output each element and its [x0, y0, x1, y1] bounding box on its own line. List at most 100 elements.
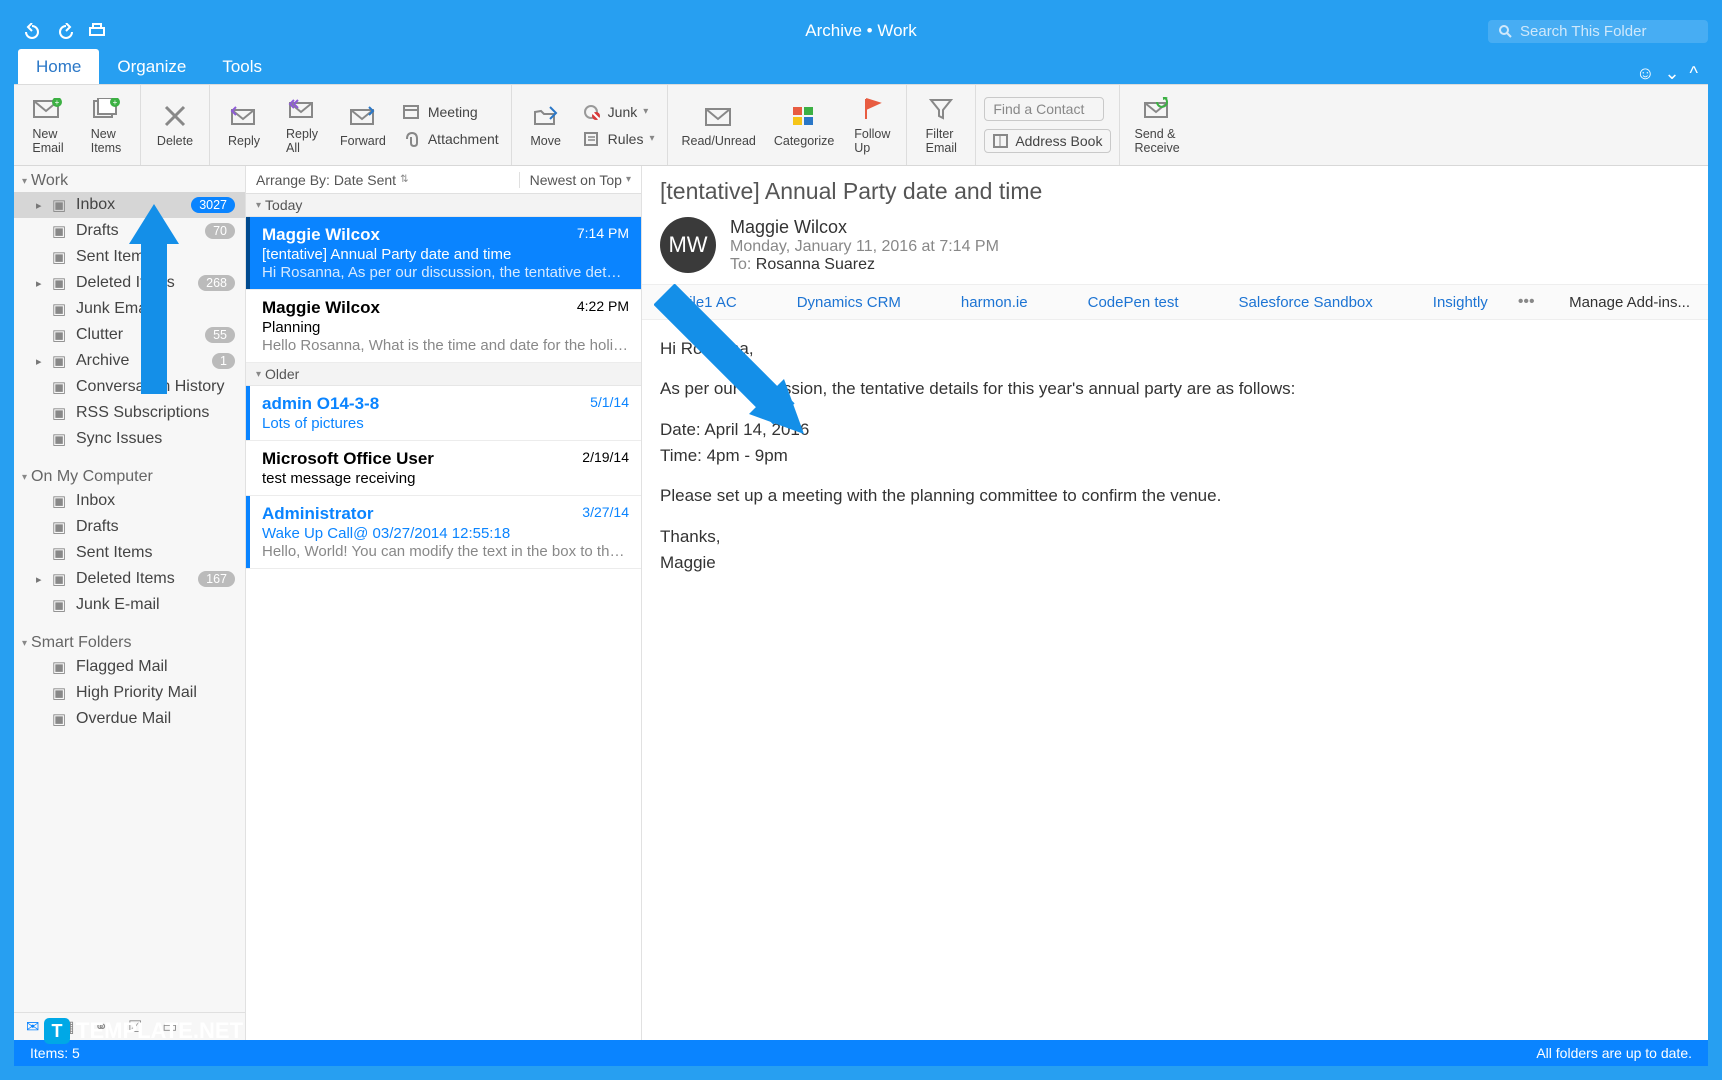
print-icon[interactable] [88, 23, 106, 39]
svg-text:+: + [113, 98, 118, 107]
sidebar-item-label: Junk Email [76, 300, 154, 318]
msg-time: 3/27/14 [582, 504, 629, 524]
forward-button[interactable]: Forward [334, 98, 392, 152]
count-badge: 3027 [191, 197, 235, 213]
addins-bar: Mobile1 AC Dynamics CRM harmon.ie CodePen t… [642, 285, 1708, 320]
sidebar-section[interactable]: ▾Work [14, 166, 245, 192]
move-button[interactable]: Move [520, 98, 572, 152]
find-contact-input[interactable]: Find a Contact [984, 97, 1104, 121]
sidebar-item[interactable]: ▸▣Archive1 [14, 348, 245, 374]
search-input[interactable] [1520, 23, 1698, 40]
addin-link[interactable]: Mobile1 AC [660, 294, 737, 311]
sidebar-item-label: Conversation History [76, 378, 225, 396]
sidebar-section[interactable]: ▾On My Computer [14, 462, 245, 488]
sidebar-item[interactable]: ▣Sent Items [14, 244, 245, 270]
new-email-button[interactable]: +New Email [22, 91, 74, 159]
folder-icon: ▣ [52, 684, 70, 702]
message-item[interactable]: Administrator3/27/14Wake Up Call@ 03/27/… [246, 496, 641, 569]
sidebar-item[interactable]: ▣Drafts70 [14, 218, 245, 244]
chevron-down-icon[interactable]: ⌄ [1664, 63, 1679, 84]
folder-icon: ▣ [52, 658, 70, 676]
meeting-button[interactable]: Meeting [398, 101, 503, 123]
tab-organize[interactable]: Organize [99, 49, 204, 84]
sidebar-item-label: Drafts [76, 222, 119, 240]
address-book-button[interactable]: Address Book [984, 129, 1111, 153]
reply-icon [229, 102, 259, 130]
collapse-ribbon-icon[interactable]: ^ [1690, 63, 1698, 84]
sidebar-item[interactable]: ▣Sent Items [14, 540, 245, 566]
tab-home[interactable]: Home [18, 49, 99, 84]
sidebar-item[interactable]: ▣High Priority Mail [14, 680, 245, 706]
sidebar-item[interactable]: ▣Junk E-mail [14, 592, 245, 618]
sender-name: Maggie Wilcox [730, 217, 999, 238]
group-header[interactable]: ▾ Older [246, 363, 641, 386]
sidebar-item[interactable]: ▣Sync Issues [14, 426, 245, 452]
undo-icon[interactable] [24, 23, 42, 39]
ribbon: +New Email +New Items Delete Reply Reply… [14, 84, 1708, 166]
message-item[interactable]: Maggie Wilcox7:14 PM[tentative] Annual P… [246, 217, 641, 290]
folder-icon: ▣ [52, 544, 70, 562]
addins-more[interactable]: ••• [1518, 293, 1535, 311]
follow-up-button[interactable]: Follow Up [846, 91, 898, 159]
folder-icon: ▣ [52, 300, 70, 318]
sidebar-item[interactable]: ▣Clutter55 [14, 322, 245, 348]
reply-button[interactable]: Reply [218, 98, 270, 152]
mail-view-icon[interactable]: ✉ [26, 1017, 39, 1036]
rules-icon [582, 130, 602, 148]
group-header[interactable]: ▾ Today [246, 194, 641, 217]
calendar-icon [402, 103, 422, 121]
msg-from: Maggie Wilcox [262, 225, 380, 245]
envelope-icon [704, 102, 734, 130]
sidebar-item[interactable]: ▣Conversation History [14, 374, 245, 400]
delete-button[interactable]: Delete [149, 98, 201, 152]
sync-icon [1142, 95, 1172, 123]
msg-preview: Hello Rosanna, What is the time and date… [262, 337, 629, 354]
sidebar-item-label: Junk E-mail [76, 596, 160, 614]
sidebar-item[interactable]: ▣Drafts [14, 514, 245, 540]
items-icon: + [91, 95, 121, 123]
sidebar-item[interactable]: ▸▣Inbox3027 [14, 192, 245, 218]
arrange-by[interactable]: Arrange By: Date Sent ⇅ [246, 172, 519, 188]
tab-tools[interactable]: Tools [204, 49, 280, 84]
sidebar-item[interactable]: ▣Inbox [14, 488, 245, 514]
new-items-button[interactable]: +New Items [80, 91, 132, 159]
ribbon-tabs: Home Organize Tools ☺ ⌄ ^ [14, 48, 1708, 84]
msg-preview: Hi Rosanna, As per our discussion, the t… [262, 264, 629, 281]
sidebar-item-label: Flagged Mail [76, 658, 168, 676]
read-unread-button[interactable]: Read/Unread [676, 98, 762, 152]
attachment-button[interactable]: Attachment [398, 128, 503, 150]
msg-from: Administrator [262, 504, 373, 524]
sidebar-item[interactable]: ▣ Flagged Mail [14, 654, 245, 680]
rules-button[interactable]: Rules▾ [578, 128, 659, 150]
mail-icon: + [33, 95, 63, 123]
reply-all-button[interactable]: Reply All [276, 91, 328, 159]
redo-icon[interactable] [56, 23, 74, 39]
sidebar-item[interactable]: ▣Overdue Mail [14, 706, 245, 732]
message-item[interactable]: Maggie Wilcox4:22 PMPlanningHello Rosann… [246, 290, 641, 363]
addin-link[interactable]: CodePen test [1088, 294, 1179, 311]
sort-order[interactable]: Newest on Top ▾ [519, 172, 641, 188]
folder-icon: ▣ [52, 326, 70, 344]
support-icon[interactable]: ☺ [1636, 63, 1654, 84]
sidebar-section[interactable]: ▾Smart Folders [14, 628, 245, 654]
addin-link[interactable]: Insightly [1433, 294, 1488, 311]
addin-link[interactable]: Dynamics CRM [797, 294, 901, 311]
folder-icon: ▣ [52, 430, 70, 448]
search-box[interactable] [1488, 20, 1708, 43]
folder-icon: ▣ [52, 492, 70, 510]
send-receive-button[interactable]: Send & Receive [1128, 91, 1185, 159]
addin-link[interactable]: Salesforce Sandbox [1239, 294, 1373, 311]
manage-addins[interactable]: Manage Add-ins... [1569, 294, 1690, 311]
sidebar-item[interactable]: ▣ Junk Email [14, 296, 245, 322]
addin-link[interactable]: harmon.ie [961, 294, 1028, 311]
email-to: To: Rosanna Suarez [730, 256, 999, 274]
sidebar-item[interactable]: ▸▣Deleted Items268 [14, 270, 245, 296]
message-item[interactable]: Microsoft Office User2/19/14test message… [246, 441, 641, 496]
categorize-button[interactable]: Categorize [768, 98, 840, 152]
message-item[interactable]: admin O14-3-85/1/14Lots of pictures [246, 386, 641, 441]
sidebar-item[interactable]: ▸▣Deleted Items167 [14, 566, 245, 592]
junk-button[interactable]: Junk▾ [578, 101, 659, 123]
categories-icon [789, 102, 819, 130]
filter-email-button[interactable]: Filter Email [915, 91, 967, 159]
sidebar-item[interactable]: ▣RSS Subscriptions [14, 400, 245, 426]
